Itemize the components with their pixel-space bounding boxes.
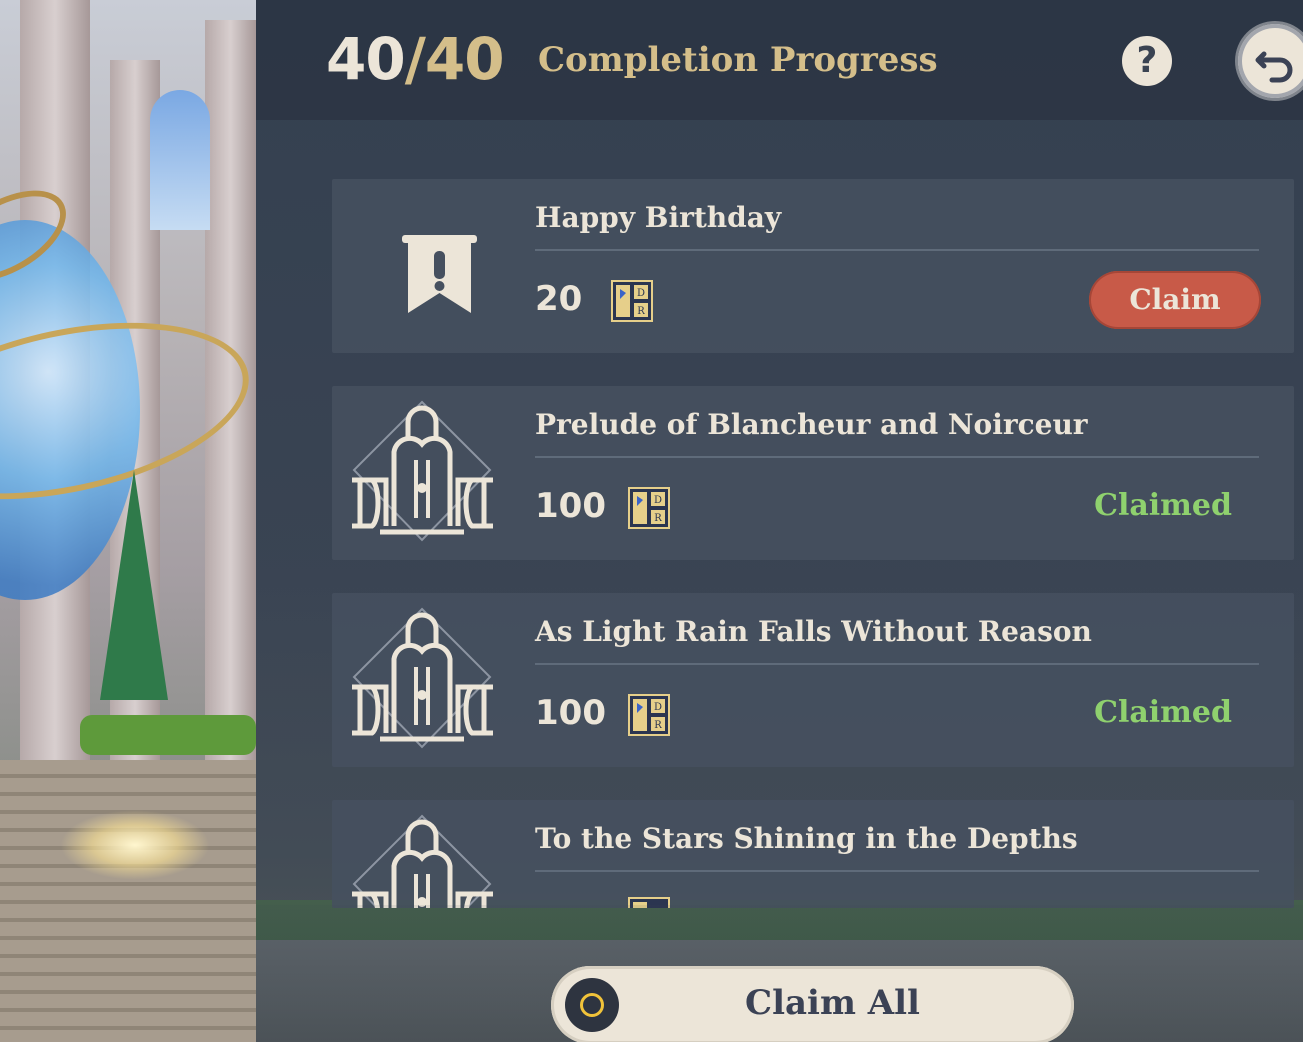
progress-current: 40 — [326, 25, 406, 93]
divider — [535, 456, 1259, 458]
achievement-card: To the Stars Shining in the Depths — [332, 800, 1294, 908]
exclamation-banner-icon — [402, 235, 477, 313]
reward-amount: 20 — [535, 279, 583, 319]
event-ticket-icon: D R — [628, 487, 670, 529]
fontaine-emblem-icon — [352, 607, 493, 749]
divider — [535, 663, 1259, 665]
svg-text:D: D — [637, 288, 645, 299]
claim-button[interactable]: Claim — [1089, 271, 1261, 329]
event-ticket-icon: D R — [628, 694, 670, 736]
achievement-title: Happy Birthday — [535, 201, 782, 234]
achievement-card: Happy Birthday 20 D R Claim — [332, 179, 1294, 353]
achievement-title: Prelude of Blancheur and Noirceur — [535, 408, 1088, 441]
svg-text:D: D — [654, 495, 662, 506]
claimed-status: Claimed — [1094, 488, 1232, 523]
event-screen: 40/40 Completion Progress ? Happy Birthd… — [0, 0, 1303, 1042]
claimed-status: Claimed — [1094, 695, 1232, 730]
help-button[interactable]: ? — [1122, 36, 1172, 86]
progress-total: 40 — [424, 25, 505, 93]
reward-amount: 100 — [535, 486, 606, 526]
progress-separator: / — [404, 25, 426, 93]
svg-text:R: R — [654, 513, 662, 524]
svg-text:R: R — [637, 306, 645, 317]
claim-all-button[interactable]: Claim All — [551, 966, 1074, 1042]
achievement-card: As Light Rain Falls Without Reason 100 D… — [332, 593, 1294, 767]
divider — [535, 249, 1259, 251]
fontaine-emblem-icon — [352, 400, 493, 542]
claim-all-label: Claim All — [745, 983, 920, 1023]
achievement-title: As Light Rain Falls Without Reason — [535, 615, 1092, 648]
background-artwork — [0, 0, 256, 1042]
svg-text:D: D — [654, 702, 662, 713]
svg-text:R: R — [654, 720, 662, 731]
achievement-title: To the Stars Shining in the Depths — [535, 822, 1078, 855]
achievement-card: Prelude of Blancheur and Noirceur 100 D … — [332, 386, 1294, 560]
event-ticket-icon: D R — [611, 280, 653, 322]
fontaine-emblem-icon — [352, 814, 493, 908]
divider — [535, 870, 1259, 872]
back-arrow-icon — [1255, 51, 1293, 83]
back-button[interactable] — [1238, 24, 1303, 98]
completion-counter: 40/40 — [326, 24, 505, 94]
reward-amount: 100 — [535, 693, 606, 733]
page-title: Completion Progress — [538, 40, 938, 80]
